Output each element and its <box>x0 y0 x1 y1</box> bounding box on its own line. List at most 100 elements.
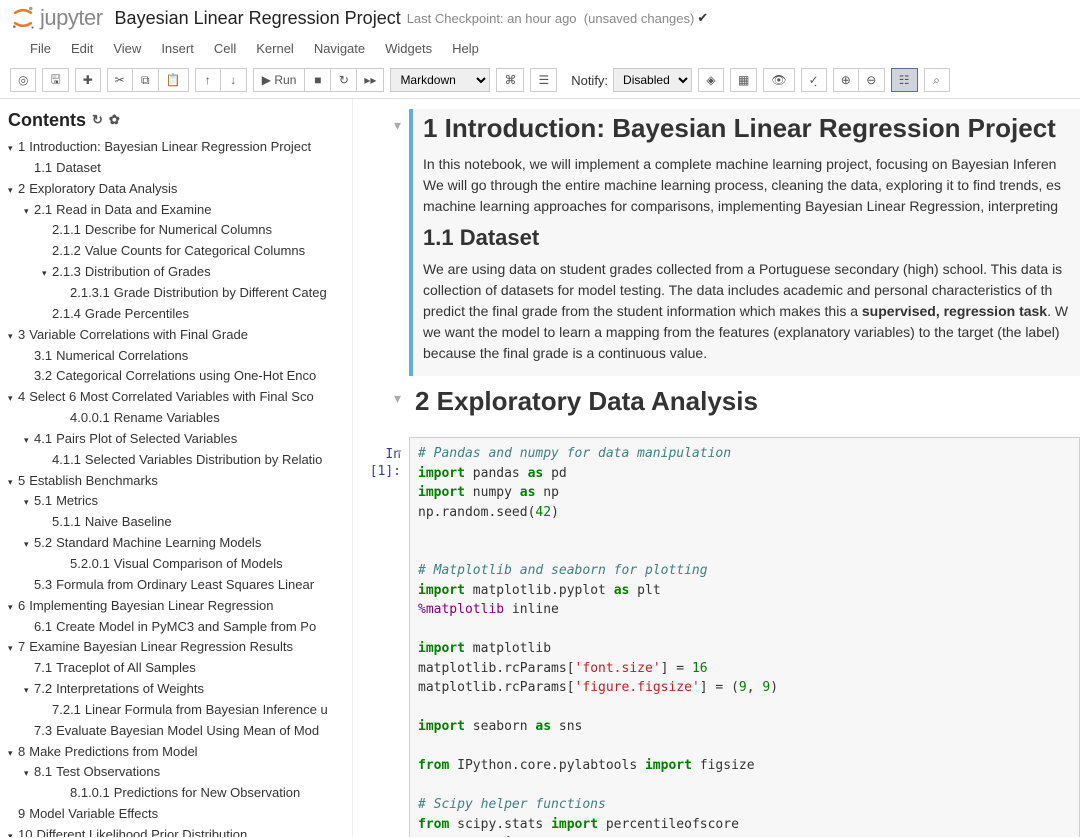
markdown-cell[interactable]: ▾ 2 Exploratory Data Analysis <box>353 382 1080 431</box>
toc-item[interactable]: 3.1Numerical Correlations <box>8 346 347 367</box>
notify-select[interactable]: Disabled <box>613 68 692 92</box>
spellcheck-button[interactable]: ✓̣ <box>801 68 827 92</box>
toc-caret-icon[interactable]: ▾ <box>24 767 34 780</box>
toc-button[interactable]: ☰ <box>530 68 557 92</box>
toc-item[interactable]: 3.2Categorical Correlations using One-Ho… <box>8 366 347 387</box>
menu-widgets[interactable]: Widgets <box>375 36 442 61</box>
interrupt-button[interactable]: ■ <box>305 68 331 92</box>
toc-item[interactable]: 7.3Evaluate Bayesian Model Using Mean of… <box>8 721 347 742</box>
markdown-cell[interactable]: ▾ 1 Introduction: Bayesian Linear Regres… <box>353 109 1080 376</box>
toc-item[interactable]: ▾2Exploratory Data Analysis <box>8 179 347 200</box>
jupyter-logo[interactable]: jupyter <box>10 5 103 31</box>
menu-help[interactable]: Help <box>442 36 489 61</box>
eye-icon: 👁 <box>771 73 786 87</box>
toc-item[interactable]: 5.2.0.1Visual Comparison of Models <box>8 554 347 575</box>
copy-button[interactable]: ⧉ <box>133 68 159 92</box>
toc-item[interactable]: 2.1.1Describe for Numerical Columns <box>8 220 347 241</box>
toc-caret-icon[interactable]: ▾ <box>8 476 18 489</box>
celltype-select[interactable]: Markdown <box>390 68 490 92</box>
toc-item[interactable]: 7.2.1Linear Formula from Bayesian Infere… <box>8 700 347 721</box>
toc-item[interactable]: ▾5.2Standard Machine Learning Models <box>8 533 347 554</box>
save-notebook-button[interactable]: 🖫 <box>42 68 68 92</box>
toc-caret-icon[interactable]: ▾ <box>8 747 18 760</box>
move-down-button[interactable]: ↓ <box>221 68 247 92</box>
collapse-caret-icon[interactable]: ▾ <box>394 117 401 133</box>
move-up-button[interactable]: ↑ <box>195 68 221 92</box>
toc-caret-icon[interactable]: ▾ <box>8 330 18 343</box>
toc-item[interactable]: ▾8Make Predictions from Model <box>8 742 347 763</box>
toc-caret-icon[interactable]: ▾ <box>24 538 34 551</box>
zoom-out-button[interactable]: ⊖ <box>859 68 885 92</box>
toc-caret-icon[interactable]: ▾ <box>24 434 34 447</box>
cut-button[interactable]: ✂ <box>107 68 133 92</box>
paste-button[interactable]: 📋 <box>159 68 189 92</box>
toc-item[interactable]: ▾2.1Read in Data and Examine <box>8 200 347 221</box>
toc2-button[interactable]: ☷ <box>891 68 918 92</box>
toc-item[interactable]: ▾10Different Likelihood Prior Distributi… <box>8 825 347 837</box>
menu-navigate[interactable]: Navigate <box>304 36 375 61</box>
toc-number: 6 <box>18 597 25 616</box>
menu-kernel[interactable]: Kernel <box>246 36 304 61</box>
code-cell[interactable]: In [1]: ▾ # Pandas and numpy for data ma… <box>353 437 1080 837</box>
menu-bar: File Edit View Insert Cell Kernel Naviga… <box>0 33 1080 65</box>
toc-item[interactable]: ▾6Implementing Bayesian Linear Regressio… <box>8 596 347 617</box>
toc-caret-icon[interactable]: ▾ <box>8 601 18 614</box>
restart-run-all-button[interactable]: ▸▸ <box>357 68 384 92</box>
restart-button[interactable]: ↻ <box>331 68 357 92</box>
notebook-title[interactable]: Bayesian Linear Regression Project <box>115 8 401 29</box>
fold-caret-icon[interactable]: ▾ <box>396 444 403 461</box>
toc-item[interactable]: 2.1.4Grade Percentiles <box>8 304 347 325</box>
toc-item[interactable]: ▾4Select 6 Most Correlated Variables wit… <box>8 387 347 408</box>
refresh-toc-icon[interactable]: ↻ <box>92 111 103 130</box>
autopep8-button[interactable]: ⌕ <box>924 68 950 92</box>
menu-cell[interactable]: Cell <box>204 36 246 61</box>
toc-number: 2.1.2 <box>52 242 81 261</box>
command-palette-button[interactable]: ⌘ <box>496 68 524 92</box>
toc-item[interactable]: ▾3Variable Correlations with Final Grade <box>8 325 347 346</box>
toc-item[interactable]: 7.1Traceplot of All Samples <box>8 658 347 679</box>
insert-cell-button[interactable]: ✚ <box>75 68 101 92</box>
menu-edit[interactable]: Edit <box>61 36 103 61</box>
toc-item[interactable]: 8.1.0.1Predictions for New Observation <box>8 783 347 804</box>
toc-item[interactable]: 5.3Formula from Ordinary Least Squares L… <box>8 575 347 596</box>
toc-caret-icon[interactable]: ▾ <box>8 142 18 155</box>
menu-file[interactable]: File <box>20 36 61 61</box>
toc-item[interactable]: 4.1.1Selected Variables Distribution by … <box>8 450 347 471</box>
toc-item[interactable]: ▾7Examine Bayesian Linear Regression Res… <box>8 637 347 658</box>
menu-insert[interactable]: Insert <box>151 36 204 61</box>
run-button[interactable]: ▶ Run <box>253 68 306 92</box>
toc-item[interactable]: ▾1Introduction: Bayesian Linear Regressi… <box>8 137 347 158</box>
toc-caret-icon[interactable]: ▾ <box>8 830 18 837</box>
toc-item[interactable]: ▾7.2Interpretations of Weights <box>8 679 347 700</box>
toc-caret-icon[interactable]: ▾ <box>8 184 18 197</box>
menu-view[interactable]: View <box>103 36 151 61</box>
toc-caret-icon[interactable]: ▾ <box>24 496 34 509</box>
toc-caret-icon[interactable]: ▾ <box>24 684 34 697</box>
toc-item[interactable]: ▾5.1Metrics <box>8 491 347 512</box>
toc-item[interactable]: ▾5Establish Benchmarks <box>8 471 347 492</box>
toc-item[interactable]: ▾4.1Pairs Plot of Selected Variables <box>8 429 347 450</box>
toc-item[interactable]: 4.0.0.1Rename Variables <box>8 408 347 429</box>
toc-text: Introduction: Bayesian Linear Regression… <box>29 138 311 157</box>
toc-item[interactable]: ▾2.1.3Distribution of Grades <box>8 262 347 283</box>
toc-item[interactable]: 5.1.1Naive Baseline <box>8 512 347 533</box>
toc-item[interactable]: 9Model Variable Effects <box>8 804 347 825</box>
toc-caret-icon[interactable]: ▾ <box>8 642 18 655</box>
code-snippets-button[interactable]: ▦ <box>730 68 757 92</box>
toc-item[interactable]: 1.1Dataset <box>8 158 347 179</box>
toc-caret-icon[interactable]: ▾ <box>8 392 18 405</box>
toc-item[interactable]: ▾8.1Test Observations <box>8 762 347 783</box>
code-editor[interactable]: ▾ # Pandas and numpy for data manipulati… <box>409 437 1080 837</box>
toc-item[interactable]: 2.1.2Value Counts for Categorical Column… <box>8 241 347 262</box>
save-button[interactable]: ◎ <box>10 68 36 92</box>
toc-number: 2.1 <box>34 201 52 220</box>
toc-caret-icon[interactable]: ▾ <box>24 205 34 218</box>
toc-item[interactable]: 6.1Create Model in PyMC3 and Sample from… <box>8 617 347 638</box>
zoom-in-button[interactable]: ⊕ <box>833 68 859 92</box>
settings-toc-icon[interactable]: ✿ <box>109 111 120 130</box>
toc-caret-icon[interactable]: ▾ <box>42 267 52 280</box>
toc-item[interactable]: 2.1.3.1Grade Distribution by Different C… <box>8 283 347 304</box>
collapse-caret-icon[interactable]: ▾ <box>394 390 401 406</box>
variable-inspector-button[interactable]: ◈ <box>698 68 724 92</box>
hide-input-button[interactable]: 👁 <box>763 68 794 92</box>
